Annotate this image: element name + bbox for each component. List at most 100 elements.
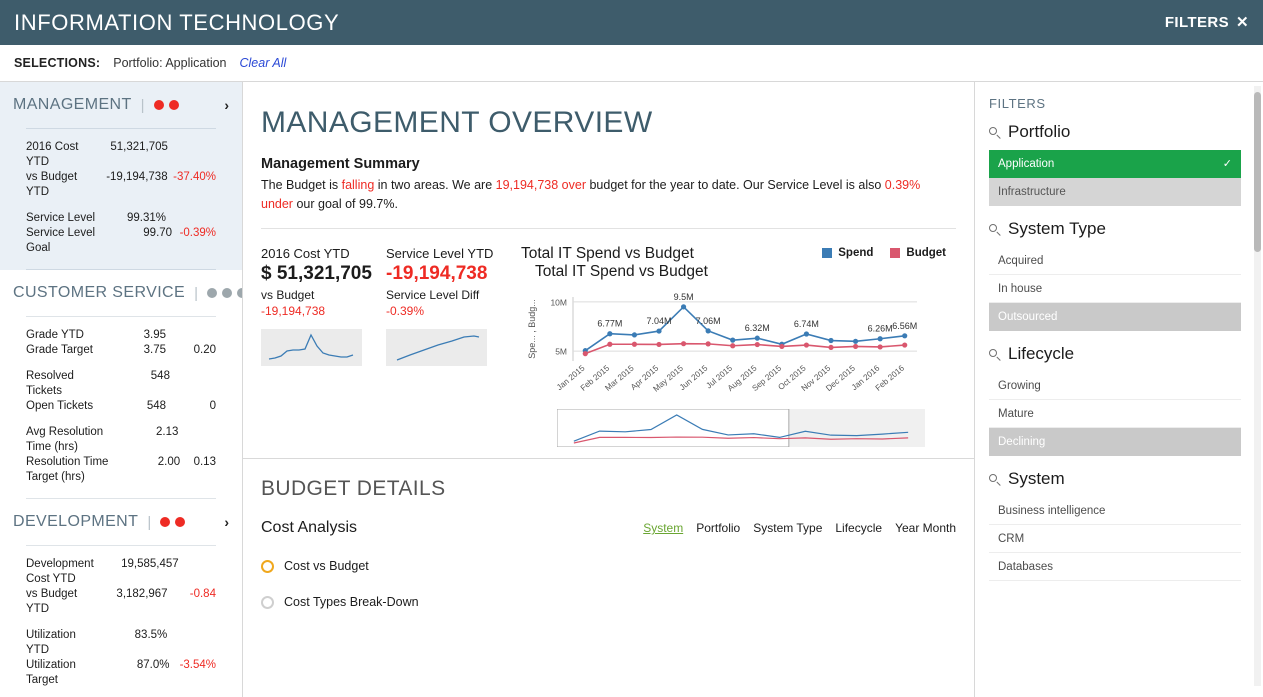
search-icon[interactable] [989,223,1002,236]
radio-button-icon[interactable] [261,559,274,573]
budget-details-card: BUDGET DETAILS Cost Analysis System Portf… [243,458,974,609]
metric-value: 3,182,967 [116,588,168,600]
metric-label: 2016 Cost YTD [26,141,79,168]
radio-option-cost-types-break-down[interactable]: Cost Types Break-Down [261,595,956,609]
svg-text:6.56M: 6.56M [892,321,917,331]
metric-row: Development Cost YTD 19,585,457 [26,557,216,587]
page-scrollbar-thumb[interactable] [1254,92,1261,252]
metric-value: 83.5% [134,629,168,641]
metric-value: 3.95 [143,329,166,341]
metric-value: 99.31% [126,212,166,224]
svg-text:6.77M: 6.77M [597,319,622,329]
metrics-list: Development Cost YTD 19,585,457 vs Budget … [13,546,229,697]
metric-label: Utilization YTD [26,629,76,656]
chart-range-brush[interactable] [521,409,956,447]
metrics-spacer [26,414,216,425]
filter-group-header[interactable]: System Type [989,219,1241,239]
sidebar-panel-header[interactable]: CUSTOMER SERVICE|› [13,270,242,316]
metrics-spacer [26,200,216,211]
filter-group-header[interactable]: System [989,469,1241,489]
filter-item-infrastructure[interactable]: Infrastructure [989,178,1241,206]
filter-item-crm[interactable]: CRM [989,525,1241,553]
metric-delta: -0.84 [189,588,216,600]
kpi-card-cost-ytd[interactable]: 2016 Cost YTD $ 51,321,705 vs Budget -19… [261,245,381,447]
chart-legend: Spend Budget [822,247,946,259]
filter-item-in-house[interactable]: In house [989,275,1241,303]
search-icon[interactable] [989,348,1002,361]
svg-text:5M: 5M [555,347,567,357]
metrics-list: 2016 Cost YTD 51,321,705 vs Budget YTD -19,… [13,129,229,269]
kpi-card-service-level[interactable]: Service Level YTD -19,194,738 Service Le… [386,245,506,447]
filter-item-databases[interactable]: Databases [989,553,1241,581]
kpi-delta: -19,194,738 [261,304,326,318]
selection-chip-portfolio[interactable]: Portfolio: Application [113,56,226,70]
svg-text:9.5M: 9.5M [674,292,694,302]
filter-item-declining[interactable]: Declining [989,428,1241,456]
chart-plot-area[interactable]: 5M 10M Spe... , Budg... 6.77M 7.04M 9.5M 7.06M… [521,281,956,409]
svg-text:10M: 10M [550,297,567,307]
kpi-subtitle: Service Level Diff [386,288,480,302]
summary-part-3: budget for the year to date. Our Service… [586,178,885,192]
filter-item-label: Growing [998,379,1041,392]
sidebar-panel-header[interactable]: MANAGEMENT | › [13,82,229,128]
dimension-link-lifecycle[interactable]: Lifecycle [835,521,882,535]
radio-option-label: Cost vs Budget [284,559,369,573]
search-icon[interactable] [989,473,1002,486]
radio-option-cost-vs-budget[interactable]: Cost vs Budget [261,559,956,573]
metric-value: 19,585,457 [121,558,179,570]
summary-part-2: in two areas. We are [374,178,496,192]
legend-item-spend[interactable]: Spend [822,247,873,259]
summary-highlight-over-budget: 19,194,738 over [495,178,586,192]
sidebar-panel-title: MANAGEMENT [13,96,132,113]
filter-item-label: Mature [998,407,1034,420]
sidebar-panel-title: CUSTOMER SERVICE [13,284,186,301]
dimension-link-portfolio[interactable]: Portfolio [696,521,740,535]
dimension-link-system[interactable]: System [643,521,683,535]
filter-item-growing[interactable]: Growing [989,372,1241,400]
filter-item-application[interactable]: Application ✓ [989,150,1241,178]
svg-text:Jun 2015: Jun 2015 [678,363,710,392]
chevron-right-icon[interactable]: › [224,97,229,113]
metrics-spacer [26,617,216,628]
dimension-link-year-month[interactable]: Year Month [895,521,956,535]
left-sidebar: MANAGEMENT | › 2016 Cost YTD 51,321,705 vs Bu… [0,82,243,697]
spend-vs-budget-chart[interactable]: Total IT Spend vs Budget Total IT Spend … [511,245,956,447]
kpi-value: -19,194,738 [386,263,488,284]
legend-item-budget[interactable]: Budget [890,247,946,259]
filter-group-portfolio: Portfolio Application ✓ Infrastructure [989,122,1241,206]
filter-item-label: Business intelligence [998,504,1106,517]
selections-label: SELECTIONS: [14,56,101,70]
metric-row: Utilization YTD 83.5% [26,628,216,658]
chart-header: Total IT Spend vs Budget Total IT Spend … [521,245,956,281]
dimension-link-system-type[interactable]: System Type [753,521,822,535]
legend-label: Budget [906,247,946,259]
search-icon[interactable] [989,126,1002,139]
status-dots [160,517,224,527]
filter-item-outsourced[interactable]: Outsourced [989,303,1241,331]
filter-item-mature[interactable]: Mature [989,400,1241,428]
svg-text:6.26M: 6.26M [868,324,893,334]
svg-text:7.04M: 7.04M [646,316,671,326]
separator: | [140,96,145,114]
filter-item-business-intelligence[interactable]: Business intelligence [989,497,1241,525]
app-title: INFORMATION TECHNOLOGY [14,9,340,35]
separator: | [147,513,152,531]
filter-item-acquired[interactable]: Acquired [989,247,1241,275]
chart-subtitle: Total IT Spend vs Budget [535,263,708,280]
metric-value: 51,321,705 [110,141,168,153]
chevron-right-icon[interactable]: › [224,514,229,530]
service-level-sparkline [386,329,487,366]
filter-list: Acquired In house Outsourced [989,247,1241,331]
sidebar-panel-header[interactable]: DEVELOPMENT | › [13,499,229,545]
kpi-delta: -0.39% [386,304,425,318]
filter-group-header[interactable]: Lifecycle [989,344,1241,364]
legend-swatch-icon [822,248,833,258]
kpi-value: $ 51,321,705 [261,263,372,284]
metric-row: Grade Target 3.75 0.20 [26,343,216,358]
radio-button-icon[interactable] [261,595,274,609]
filters-toggle-button[interactable]: FILTERS ✕ [1165,14,1249,31]
close-x-icon[interactable]: ✕ [1236,15,1249,30]
sidebar-panel-title: DEVELOPMENT [13,513,139,530]
clear-all-link[interactable]: Clear All [240,56,287,70]
filter-group-header[interactable]: Portfolio [989,122,1241,142]
